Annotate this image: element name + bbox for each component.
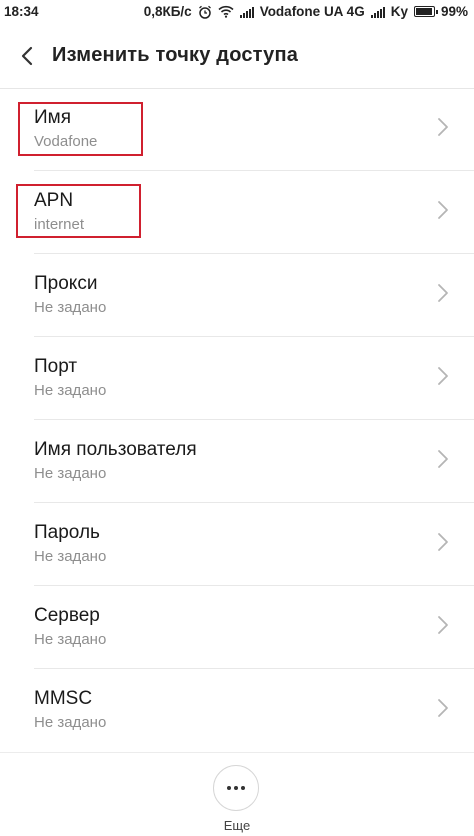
item-label: Прокси — [34, 273, 98, 294]
network-speed: 0,8КБ/с — [143, 4, 192, 19]
list-item-proxy[interactable]: Прокси Не задано — [0, 254, 474, 337]
chevron-right-icon — [438, 118, 448, 136]
item-value: Не задано — [34, 465, 107, 482]
item-value: Не задано — [34, 548, 107, 565]
chevron-right-icon — [438, 284, 448, 302]
item-label: Порт — [34, 356, 78, 377]
wifi-icon — [218, 5, 234, 18]
chevron-right-icon — [438, 699, 448, 717]
status-icons: 0,8КБ/с Vodafone UA 4G Ky 99% — [144, 4, 468, 19]
app-header: Изменить точку доступа — [0, 24, 474, 89]
list-item-apn[interactable]: APN internet — [0, 171, 474, 254]
back-chevron-icon[interactable] — [14, 42, 42, 70]
item-label: MMSC — [34, 688, 93, 709]
list-item-username[interactable]: Имя пользователя Не задано — [0, 420, 474, 503]
chevron-right-icon — [438, 201, 448, 219]
highlight-box — [16, 184, 141, 238]
chevron-right-icon — [438, 533, 448, 551]
bottom-action-bar: Еще — [0, 752, 474, 836]
list-item-server[interactable]: Сервер Не задано — [0, 586, 474, 669]
item-label: Сервер — [34, 605, 100, 626]
battery-icon — [413, 6, 438, 17]
alarm-icon — [198, 5, 211, 19]
item-value: Не задано — [34, 714, 107, 731]
more-label: Еще — [223, 818, 251, 833]
more-dots-icon — [227, 786, 245, 790]
signal-icon — [370, 6, 385, 18]
item-label: Пароль — [34, 522, 100, 543]
item-label: Имя пользователя — [34, 439, 197, 460]
item-value: Не задано — [34, 631, 107, 648]
item-value: Не задано — [34, 382, 107, 399]
chevron-right-icon — [438, 450, 448, 468]
carrier-name-secondary: Ky — [390, 4, 408, 19]
highlight-box — [18, 102, 143, 156]
chevron-right-icon — [438, 616, 448, 634]
list-item-port[interactable]: Порт Не задано — [0, 337, 474, 420]
status-time: 18:34 — [4, 4, 39, 19]
apn-settings-list: Имя Vodafone APN internet Прокси Не зада… — [0, 88, 474, 752]
status-bar: 18:34 0,8КБ/с Vodafone UA 4G Ky 99% — [0, 0, 474, 24]
list-item-password[interactable]: Пароль Не задано — [0, 503, 474, 586]
chevron-right-icon — [438, 367, 448, 385]
item-value: Не задано — [34, 299, 107, 316]
more-button[interactable] — [213, 765, 259, 811]
list-item-mmsc[interactable]: MMSC Не задано — [0, 669, 474, 752]
page-title: Изменить точку доступа — [52, 44, 299, 66]
list-item-name[interactable]: Имя Vodafone — [0, 88, 474, 171]
battery-percent: 99% — [440, 4, 468, 19]
carrier-name-primary: Vodafone UA 4G — [259, 4, 365, 19]
signal-icon — [239, 6, 254, 18]
